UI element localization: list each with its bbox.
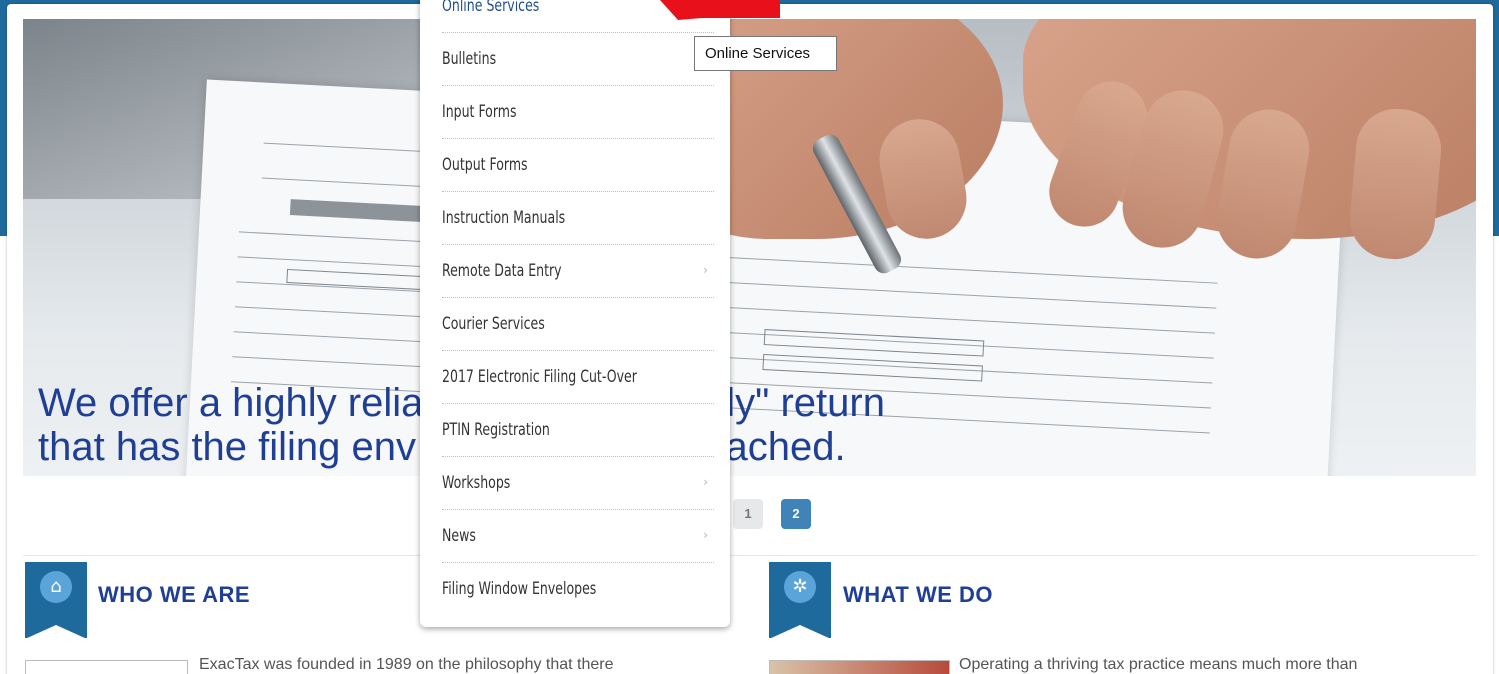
menu-item-input-forms[interactable]: Input Forms [442,86,714,139]
menu-item-label: Bulletins [442,49,497,69]
menu-item-remote-data-entry[interactable]: Remote Data Entry › [442,245,714,298]
menu-item-label: Instruction Manuals [442,208,566,228]
menu-item-filing-window-envelopes[interactable]: Filing Window Envelopes [442,563,714,616]
menu-item-label: Workshops [442,473,511,493]
menu-item-efiling-cutover[interactable]: 2017 Electronic Filing Cut-Over [442,351,714,404]
menu-item-label: 2017 Electronic Filing Cut-Over [442,367,637,387]
menu-item-label: News [442,526,476,546]
menu-item-ptin-registration[interactable]: PTIN Registration [442,404,714,457]
dropdown-menu: Online Services Bulletins Input Forms Ou… [420,0,730,627]
hero-slider: We offer a highly relia eady" return that… [23,19,1476,476]
menu-item-output-forms[interactable]: Output Forms [442,139,714,192]
tooltip: Online Services [694,36,837,71]
menu-item-bulletins[interactable]: Bulletins [442,33,714,86]
what-we-do-text: Operating a thriving tax practice means … [959,656,1358,673]
who-we-are-title: WHO WE ARE [98,582,251,607]
menu-item-label: Filing Window Envelopes [442,579,597,599]
who-we-are-ribbon: ⌂ [25,562,87,639]
menu-item-courier-services[interactable]: Courier Services [442,298,714,351]
what-we-do-image [769,660,950,674]
chevron-right-icon: › [703,475,708,489]
menu-item-label: Output Forms [442,155,528,175]
menu-item-instruction-manuals[interactable]: Instruction Manuals [442,192,714,245]
menu-item-label: PTIN Registration [442,420,550,440]
menu-item-label: Online Services [442,0,540,16]
what-we-do-title: WHAT WE DO [843,582,994,607]
section-divider [23,555,1476,556]
menu-item-label: Input Forms [442,102,517,122]
chevron-right-icon: › [703,528,708,542]
hero-caption-line2-left: that has the filing env [38,425,417,469]
gear-icon: ✲ [784,571,816,603]
slider-page-2[interactable]: 2 [781,499,811,529]
hero-caption-line1-left: We offer a highly relia [38,381,424,425]
menu-item-label: Remote Data Entry [442,261,562,281]
what-we-do-ribbon: ✲ [769,562,831,639]
annotation-arrow [660,0,780,20]
chevron-right-icon: › [703,263,708,277]
who-we-are-text: ExacTax was founded in 1989 on the philo… [199,656,614,673]
slider-page-1[interactable]: 1 [733,499,763,529]
home-icon: ⌂ [40,571,72,603]
who-we-are-image [25,660,188,674]
menu-item-workshops[interactable]: Workshops › [442,457,714,510]
menu-item-news[interactable]: News › [442,510,714,563]
menu-item-label: Courier Services [442,314,545,334]
